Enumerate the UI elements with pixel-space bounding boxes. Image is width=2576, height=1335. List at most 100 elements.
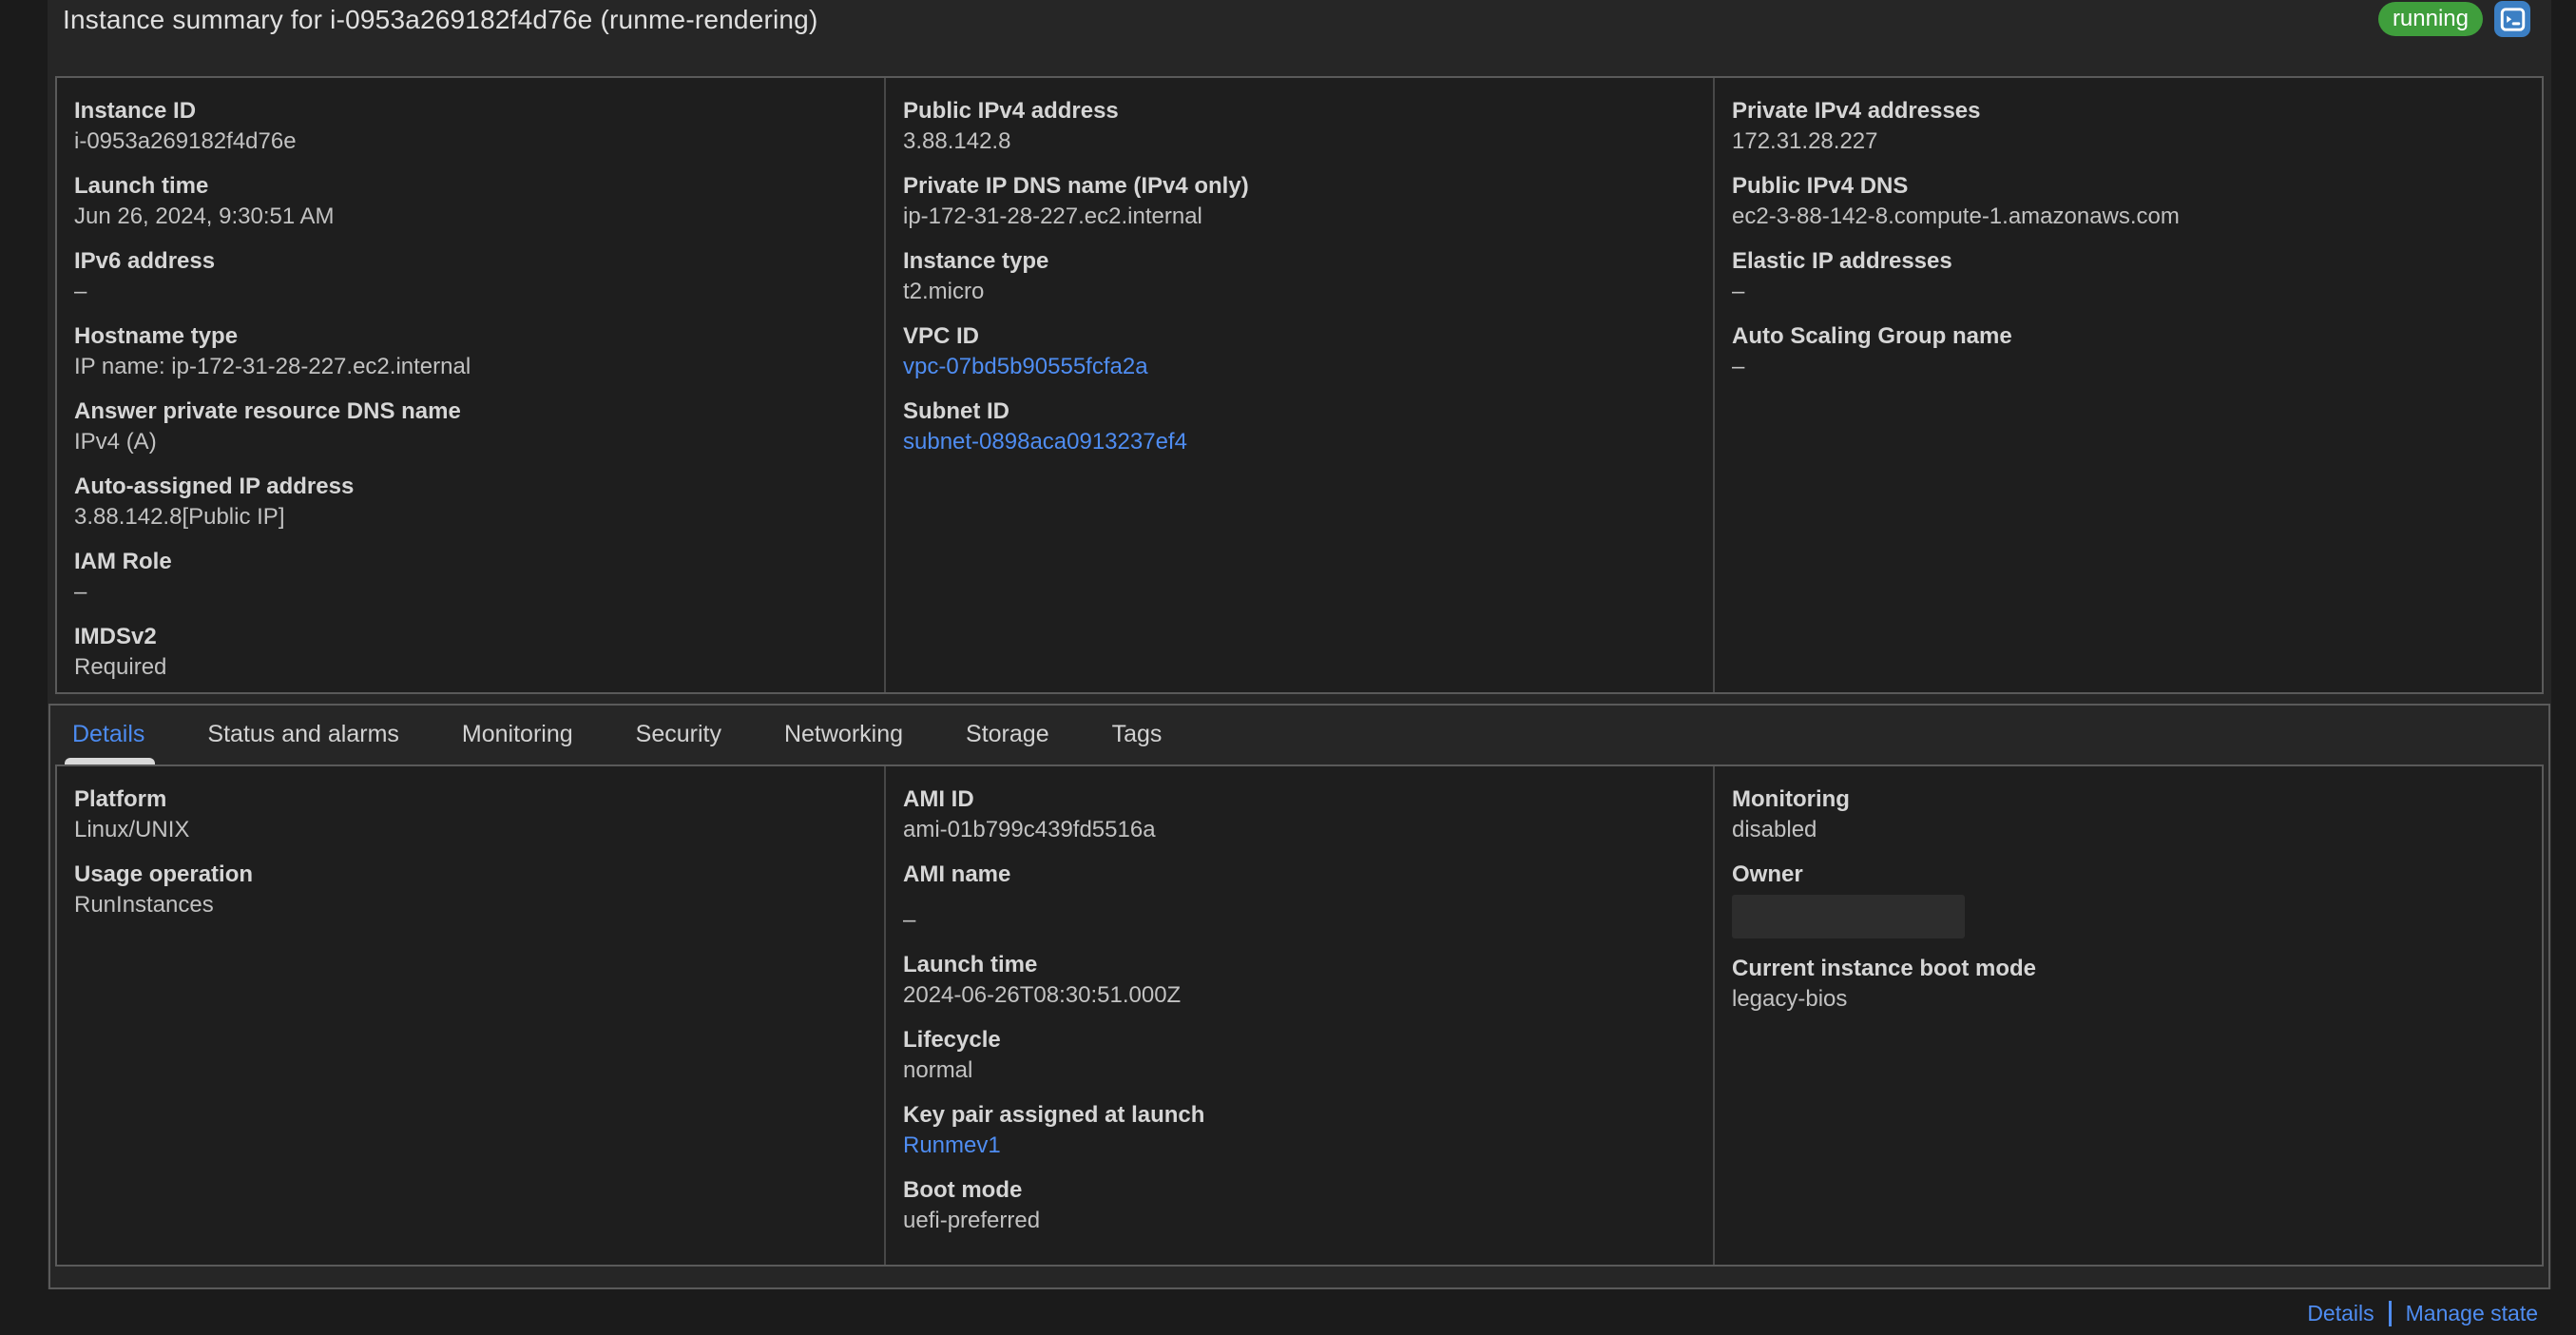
field-elastic-ip-addresses: Elastic IP addresses – [1732,247,2519,306]
field-auto-assigned-ip-address: Auto-assigned IP address 3.88.142.8[Publi… [74,473,861,532]
field-value: 172.31.28.227 [1732,128,1878,154]
field-label: Instance type [903,248,1049,274]
field-label: Subnet ID [903,398,1009,424]
field-label: Owner [1732,861,1803,887]
footer-links: Details Manage state [2307,1301,2538,1326]
field-lifecycle: Lifecycle normal [903,1026,1690,1085]
tab-security[interactable]: Security [605,706,753,764]
field-label: Elastic IP addresses [1732,248,1952,274]
details-column-2: AMI ID ami-01b799c439fd5516a AMI name – Laun… [884,766,1713,1265]
field-label: AMI name [903,861,1011,887]
field-ipv6-address: IPv6 address – [74,247,861,306]
terminal-icon [2500,7,2526,32]
field-value: legacy-bios [1732,986,1848,1012]
footer-link-manage-state[interactable]: Manage state [2406,1301,2538,1326]
field-label: Auto Scaling Group name [1732,323,2012,349]
field-value-link[interactable]: Runmev1 [903,1132,1690,1160]
field-value: – [903,907,916,933]
field-label: Monitoring [1732,786,1850,812]
field-value: – [1732,279,1745,304]
field-value: IP name: ip-172-31-28-227.ec2.internal [74,354,471,379]
header-row: Instance summary for i-0953a269182f4d76e… [48,0,2551,76]
instance-summary-card: Instance summary for i-0953a269182f4d76e… [48,0,2551,1289]
field-value: ec2-3-88-142-8.compute-1.amazonaws.com [1732,203,2180,229]
field-subnet-id: Subnet ID subnet-0898aca0913237ef4 [903,397,1690,456]
tabs-section: Details Status and alarms Monitoring Securi… [48,704,2550,1289]
field-value: – [74,279,87,304]
field-imdsv2: IMDSv2 Required [74,623,861,682]
field-public-ipv4-address: Public IPv4 address 3.88.142.8 [903,97,1690,156]
field-instance-id: Instance ID i-0953a269182f4d76e [74,97,861,156]
field-current-instance-boot-mode: Current instance boot mode legacy-bios [1732,955,2519,1014]
summary-panel: Instance ID i-0953a269182f4d76e Launch tim… [55,76,2544,694]
field-value: ip-172-31-28-227.ec2.internal [903,203,1202,229]
tab-tags[interactable]: Tags [1081,706,1194,764]
tab-row: Details Status and alarms Monitoring Securi… [50,706,2548,764]
tab-networking[interactable]: Networking [753,706,934,764]
summary-column-3: Private IPv4 addresses 172.31.28.227 Publi… [1713,78,2542,692]
field-label: Public IPv4 DNS [1732,173,1909,199]
field-hostname-type: Hostname type IP name: ip-172-31-28-227.e… [74,322,861,381]
field-label: VPC ID [903,323,980,349]
field-value: disabled [1732,817,1817,842]
field-value: Required [74,654,167,680]
field-label: Current instance boot mode [1732,956,2037,981]
field-platform: Platform Linux/UNIX [74,785,861,844]
details-panel: Platform Linux/UNIX Usage operation RunInst… [55,764,2544,1267]
tab-details[interactable]: Details [60,706,176,764]
field-label: Launch time [903,952,1038,977]
field-usage-operation: Usage operation RunInstances [74,861,861,919]
tab-storage[interactable]: Storage [934,706,1081,764]
summary-column-2: Public IPv4 address 3.88.142.8 Private IP … [884,78,1713,692]
details-column-1: Platform Linux/UNIX Usage operation RunInst… [57,766,884,1265]
field-value: t2.micro [903,279,985,304]
instance-state-badge: running [2377,2,2483,36]
field-iam-role: IAM Role – [74,548,861,607]
field-boot-mode: Boot mode uefi-preferred [903,1176,1690,1235]
details-column-3: Monitoring disabled Owner Current instance … [1713,766,2542,1265]
field-label: Platform [74,786,167,812]
summary-column-1: Instance ID i-0953a269182f4d76e Launch tim… [57,78,884,692]
footer-separator [2388,1301,2392,1326]
field-value: 2024-06-26T08:30:51.000Z [903,982,1182,1008]
field-value: 3.88.142.8[Public IP] [74,504,285,530]
field-value: 3.88.142.8 [903,128,1011,154]
field-value: – [1732,354,1745,379]
field-label: Private IP DNS name (IPv4 only) [903,173,1249,199]
field-label: Auto-assigned IP address [74,474,355,499]
field-value: Linux/UNIX [74,817,190,842]
field-launch-time: Launch time Jun 26, 2024, 9:30:51 AM [74,172,861,231]
page-title: Instance summary for i-0953a269182f4d76e… [63,5,818,34]
field-value-link[interactable]: vpc-07bd5b90555fcfa2a [903,353,1690,381]
field-value: i-0953a269182f4d76e [74,128,297,154]
field-label: Public IPv4 address [903,98,1119,124]
field-label: Instance ID [74,98,197,124]
field-value: RunInstances [74,892,214,918]
tab-status-and-alarms[interactable]: Status and alarms [176,706,431,764]
field-answer-private-resource-dns-name: Answer private resource DNS name IPv4 (A) [74,397,861,456]
field-value: normal [903,1057,973,1083]
redacted-value [1732,895,1965,938]
field-value-link[interactable]: subnet-0898aca0913237ef4 [903,428,1690,456]
connect-terminal-button[interactable] [2494,1,2530,37]
header-actions: running [2377,1,2530,37]
field-label: IPv6 address [74,248,216,274]
field-label: Boot mode [903,1177,1023,1203]
field-value: – [74,579,87,605]
field-vpc-id: VPC ID vpc-07bd5b90555fcfa2a [903,322,1690,381]
field-label: Answer private resource DNS name [74,398,461,424]
field-public-ipv4-dns: Public IPv4 DNS ec2-3-88-142-8.compute-1.… [1732,172,2519,231]
field-private-ipv4-addresses: Private IPv4 addresses 172.31.28.227 [1732,97,2519,156]
field-value: ami-01b799c439fd5516a [903,817,1156,842]
field-label: Private IPv4 addresses [1732,98,1981,124]
field-private-ip-dns-name-ipv4-only: Private IP DNS name (IPv4 only) ip-172-31… [903,172,1690,231]
field-launch-time: Launch time 2024-06-26T08:30:51.000Z [903,951,1690,1010]
field-ami-id: AMI ID ami-01b799c439fd5516a [903,785,1690,844]
field-owner: Owner [1732,861,2519,938]
tab-monitoring[interactable]: Monitoring [431,706,605,764]
field-instance-type: Instance type t2.micro [903,247,1690,306]
field-label: AMI ID [903,786,974,812]
field-auto-scaling-group-name: Auto Scaling Group name – [1732,322,2519,381]
field-value: Jun 26, 2024, 9:30:51 AM [74,203,335,229]
footer-link-details[interactable]: Details [2307,1301,2374,1326]
